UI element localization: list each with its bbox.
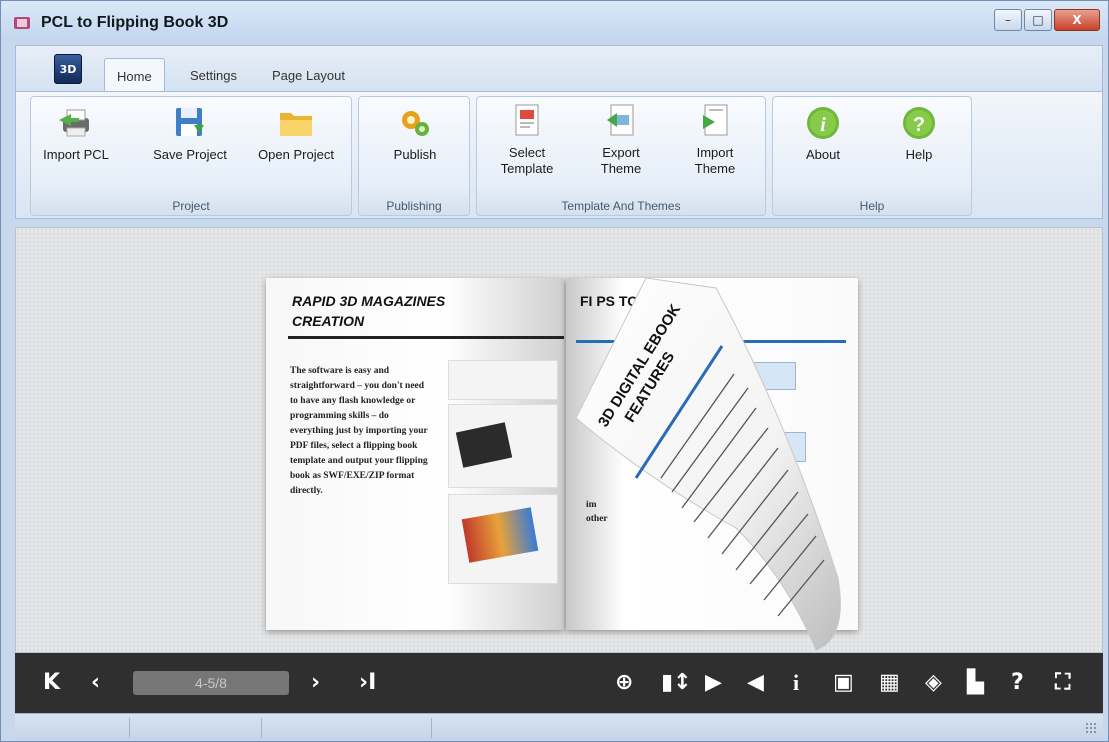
body-line: to have any flash knowledge or: [290, 396, 416, 406]
page-indicator-input[interactable]: 4-5/8: [133, 671, 289, 695]
zoom-in-icon[interactable]: ⊕: [615, 670, 633, 696]
template-icon: [507, 101, 547, 141]
left-page-title-line1: RAPID 3D MAGAZINES: [292, 293, 446, 309]
import-theme-button[interactable]: Import Theme: [675, 101, 755, 177]
resize-grip-icon[interactable]: [1085, 722, 1097, 734]
export-theme-label-1: Export: [602, 145, 640, 160]
save-project-label: Save Project: [153, 147, 227, 162]
body-line: programming skills – do: [290, 411, 389, 421]
about-label: About: [806, 147, 840, 162]
status-divider: [129, 718, 130, 738]
publish-button[interactable]: Publish: [373, 103, 457, 163]
project-group-label: Project: [172, 199, 210, 213]
body-line: everything just by importing your: [290, 426, 428, 436]
ribbon-panel: Import PCL Save Project Open Project Pro…: [15, 91, 1103, 219]
status-bar: [15, 713, 1103, 741]
info-icon[interactable]: i: [793, 670, 799, 696]
application-menu-button[interactable]: 3D: [54, 54, 82, 84]
about-button[interactable]: i About: [783, 103, 863, 163]
print-icon[interactable]: ▙: [967, 670, 984, 696]
help-group-label: Help: [859, 199, 885, 213]
bookmark-icon[interactable]: ▣: [833, 670, 854, 696]
window-title: PCL to Flipping Book 3D: [41, 14, 229, 31]
open-project-button[interactable]: Open Project: [249, 103, 343, 163]
body-line: PDF files, select a flipping book: [290, 441, 418, 451]
open-project-label: Open Project: [258, 147, 334, 162]
gears-icon: [395, 103, 435, 143]
question-icon: ?: [899, 103, 939, 143]
template-themes-group: Select Template Export Theme Import Them…: [476, 96, 766, 216]
maximize-button[interactable]: □: [1024, 9, 1052, 31]
minimize-button[interactable]: –: [994, 9, 1022, 31]
single-double-page-icon[interactable]: ▮↕: [661, 670, 692, 696]
status-divider: [261, 718, 262, 738]
import-pcl-label: Import PCL: [43, 147, 109, 162]
app-window: PCL to Flipping Book 3D – □ X 3D Home Se…: [0, 0, 1109, 742]
import-pcl-button[interactable]: Import PCL: [35, 103, 117, 163]
help-label: Help: [905, 147, 933, 162]
last-page-icon[interactable]: ›I: [359, 670, 376, 696]
viewer-toolbar: K ‹ 4-5/8 › ›I ⊕ ▮↕ ▶ ◀ i ▣ ▦ ◈ ▙ ? ⛶: [15, 653, 1103, 713]
flipbook[interactable]: RAPID 3D MAGAZINES CREATION The software…: [266, 278, 858, 651]
first-page-icon[interactable]: K: [43, 670, 60, 696]
select-template-label-1: Select: [508, 145, 546, 160]
autoplay-icon[interactable]: ▶: [705, 670, 722, 696]
tab-page-layout[interactable]: Page Layout: [260, 58, 357, 92]
import-theme-label-2: Theme: [694, 161, 736, 176]
save-project-button[interactable]: Save Project: [147, 103, 233, 163]
flipbook-preview-area: RAPID 3D MAGAZINES CREATION The software…: [15, 227, 1103, 653]
export-theme-icon: [601, 101, 641, 141]
close-button[interactable]: X: [1054, 9, 1100, 31]
fullscreen-icon[interactable]: ⛶: [1055, 670, 1070, 696]
sound-icon[interactable]: ◀: [747, 670, 764, 696]
select-template-button[interactable]: Select Template: [487, 101, 567, 177]
select-template-label-2: Template: [500, 161, 554, 176]
help-button[interactable]: ? Help: [879, 103, 959, 163]
title-bar: PCL to Flipping Book 3D – □ X: [1, 1, 1108, 41]
tab-home[interactable]: Home: [104, 58, 165, 92]
publishing-group: Publish Publishing: [358, 96, 470, 216]
tab-settings[interactable]: Settings: [178, 58, 249, 92]
left-page-title-line2: CREATION: [292, 313, 365, 329]
publishing-group-label: Publishing: [386, 199, 442, 213]
printer-icon: [56, 103, 96, 143]
help-group: i About ? Help Help: [772, 96, 972, 216]
save-disk-icon: [170, 103, 210, 143]
next-page-icon[interactable]: ›: [311, 670, 320, 696]
thumbnails-grid-icon[interactable]: ▦: [879, 670, 900, 696]
body-line: straightforward – you don't need: [290, 381, 425, 391]
export-theme-button[interactable]: Export Theme: [581, 101, 661, 177]
publish-label: Publish: [393, 147, 437, 162]
export-theme-label-2: Theme: [600, 161, 642, 176]
share-icon[interactable]: ◈: [925, 670, 942, 696]
folder-icon: [276, 103, 316, 143]
template-themes-group-label: Template And Themes: [561, 199, 681, 213]
page-curl[interactable]: 3D DIGITAL EBOOK FEATURES: [486, 278, 858, 652]
body-line: template and output your flipping: [290, 456, 428, 466]
help-icon[interactable]: ?: [1011, 670, 1024, 696]
previous-page-icon[interactable]: ‹: [91, 670, 100, 696]
svg-text:?: ?: [913, 114, 925, 136]
status-divider: [431, 718, 432, 738]
body-line: book as SWF/EXE/ZIP format: [290, 471, 415, 481]
info-icon: i: [803, 103, 843, 143]
left-page-body: The software is easy and straightforward…: [290, 364, 440, 499]
ribbon-tab-strip: 3D Home Settings Page Layout: [15, 45, 1103, 92]
project-group: Import PCL Save Project Open Project Pro…: [30, 96, 352, 216]
app-logo-icon: [14, 17, 30, 29]
import-theme-icon: [695, 101, 735, 141]
body-line: directly.: [290, 486, 323, 496]
import-theme-label-1: Import: [696, 145, 734, 160]
body-line: The software is easy and: [290, 366, 390, 376]
svg-text:i: i: [820, 114, 826, 136]
